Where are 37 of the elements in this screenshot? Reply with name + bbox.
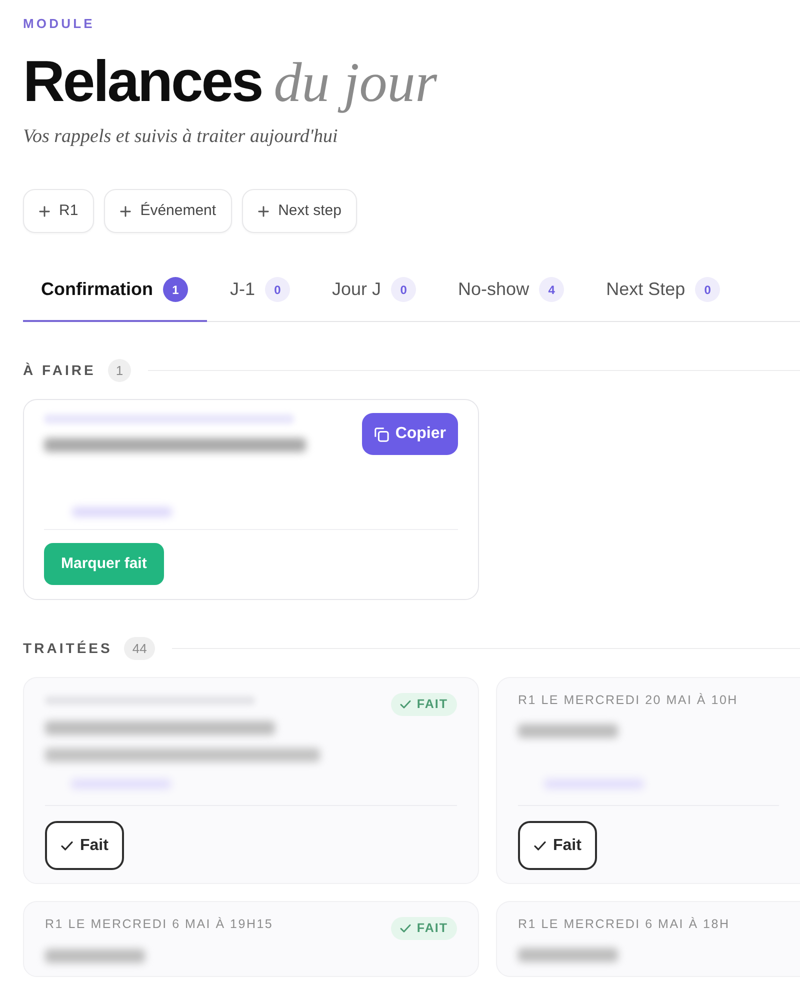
plus-icon (120, 206, 132, 216)
add-button[interactable]: Événement (104, 189, 232, 233)
done-button[interactable]: Fait (45, 821, 124, 870)
check-icon (61, 840, 73, 850)
section-title: TRAITÉES (23, 639, 112, 658)
check-icon (534, 840, 546, 850)
section-count-badge: 1 (108, 359, 132, 382)
reminder-date: R1 LE MERCREDI 20 MAI À 10H (518, 693, 738, 707)
add-button[interactable]: R1 (23, 189, 94, 233)
tab-count-badge: 0 (391, 277, 416, 302)
reminder-date: R1 LE MERCREDI 6 MAI À 19H15 (45, 917, 274, 931)
section-title: À FAIRE (23, 361, 96, 380)
tab-count-badge: 0 (695, 277, 720, 302)
eyebrow-label: MODULE (23, 16, 96, 32)
section-count-badge: 44 (124, 637, 155, 660)
tab[interactable]: Confirmation 1 (23, 276, 207, 322)
add-button[interactable]: Next step (242, 189, 358, 233)
tab[interactable]: Next Step 0 (588, 276, 740, 322)
tab-count-badge: 4 (539, 277, 564, 302)
check-icon (400, 924, 411, 933)
page-subtitle: Vos rappels et suivis à traiter aujourd'hui (23, 125, 339, 149)
tab[interactable]: J-1 0 (212, 276, 310, 322)
tab[interactable]: No-show 4 (440, 276, 584, 322)
plus-icon (39, 206, 50, 216)
tab[interactable]: Jour J 0 (314, 276, 436, 322)
tab-count-badge: 0 (265, 277, 290, 302)
page-title: Relances (23, 52, 262, 112)
done-badge: FAIT (390, 917, 457, 940)
done-badge: FAIT (390, 693, 457, 716)
page-title-accent: du jour (274, 53, 438, 113)
plus-icon (258, 206, 270, 216)
tab-count-badge: 1 (163, 277, 188, 302)
check-icon (400, 700, 411, 709)
copy-button[interactable]: Copier (362, 413, 458, 455)
copy-icon (374, 426, 390, 442)
reminder-date: R1 LE MERCREDI 6 MAI À 18H (518, 917, 730, 931)
done-button[interactable]: Fait (518, 821, 598, 870)
